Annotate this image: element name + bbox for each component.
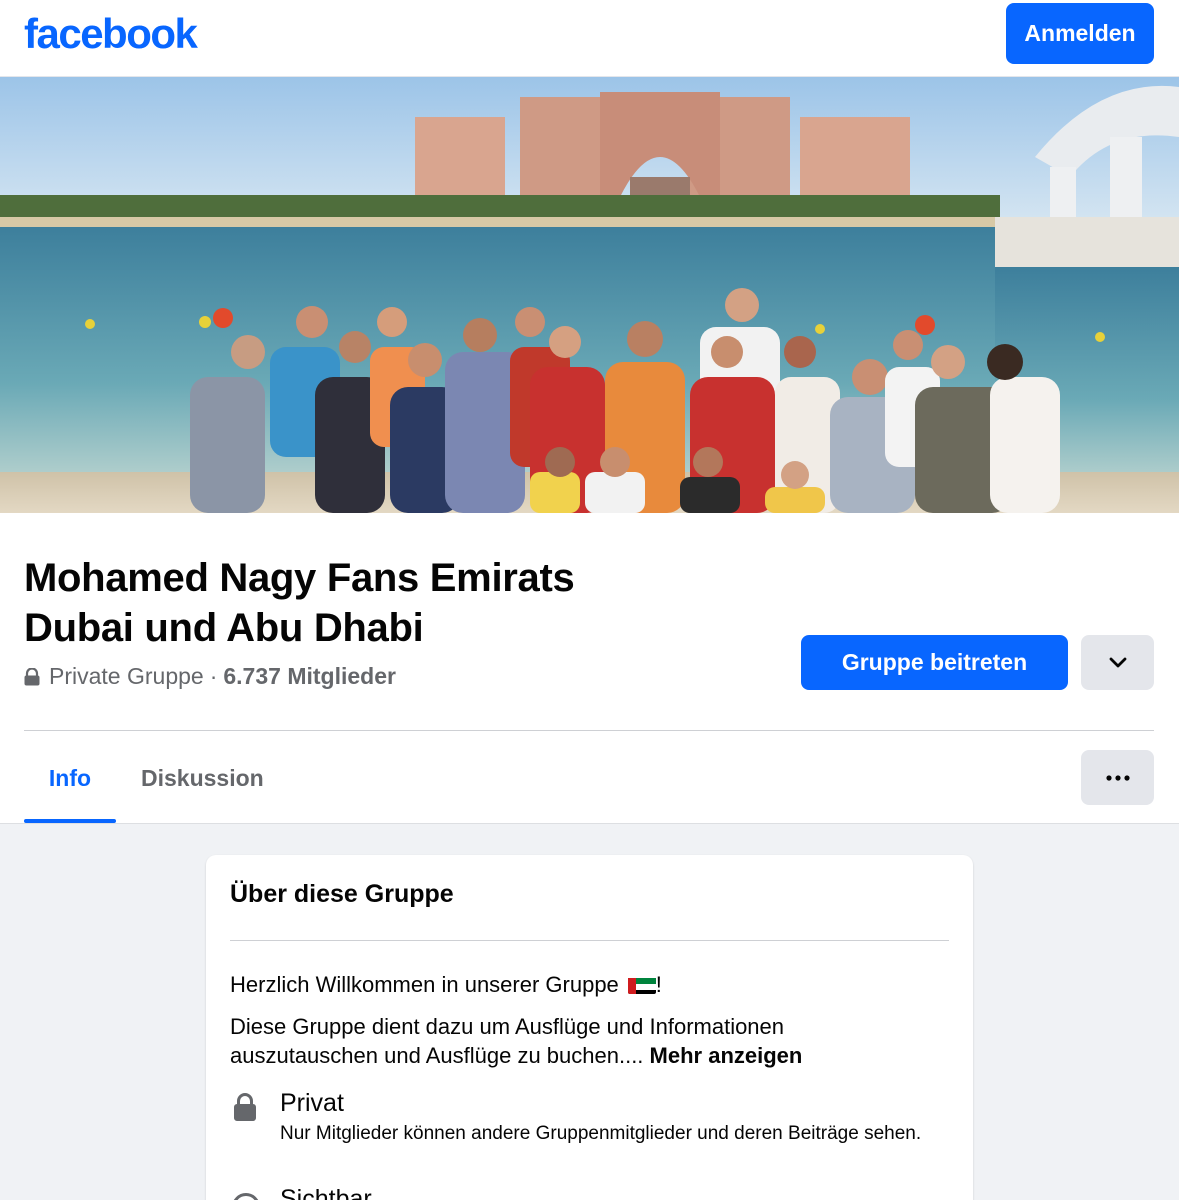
header-divider (24, 730, 1154, 731)
more-options-button[interactable] (1081, 750, 1154, 805)
about-title: Über diese Gruppe (230, 880, 454, 908)
about-group-card: Über diese Gruppe Herzlich Willkommen in… (206, 855, 973, 1200)
tab-discussion[interactable]: Diskussion (141, 751, 264, 823)
login-button[interactable]: Anmelden (1006, 3, 1154, 64)
group-description: Diese Gruppe dient dazu um Ausflüge und … (230, 1012, 930, 1070)
group-privacy: Private Gruppe (49, 663, 204, 689)
lock-icon (234, 1093, 256, 1121)
privacy-title: Privat (280, 1089, 344, 1117)
welcome-suffix: ! (655, 972, 662, 997)
group-header: Mohamed Nagy Fans Emirats Dubai und Abu … (0, 513, 1179, 824)
card-divider (230, 940, 949, 941)
chevron-down-icon (1109, 657, 1126, 667)
more-dots-icon (1105, 774, 1130, 781)
meta-separator: · (209, 663, 218, 689)
active-tab-indicator (24, 819, 116, 823)
tab-info-label: Info (48, 765, 92, 791)
group-options-dropdown-button[interactable] (1081, 635, 1154, 690)
group-meta: Private Gruppe · 6.737 Mitglieder (24, 663, 396, 690)
group-cover-photo[interactable] (0, 77, 1179, 513)
join-group-button[interactable]: Gruppe beitreten (801, 635, 1068, 690)
tab-discussion-label: Diskussion (141, 765, 264, 791)
facebook-logo[interactable]: facebook (24, 10, 198, 58)
show-more-link[interactable]: Mehr anzeigen (650, 1043, 803, 1068)
member-count[interactable]: 6.737 Mitglieder (223, 663, 396, 690)
privacy-description: Nur Mitglieder können andere Gruppenmitg… (280, 1123, 922, 1144)
visibility-title: Sichtbar (280, 1185, 372, 1200)
lock-icon (24, 667, 40, 685)
welcome-text: Herzlich Willkommen in unserer Gruppe ! (230, 972, 662, 998)
eye-icon (232, 1193, 260, 1200)
tab-info[interactable]: Info (24, 751, 116, 823)
welcome-message: Herzlich Willkommen in unserer Gruppe (230, 972, 619, 997)
top-navigation-bar: facebook Anmelden (0, 0, 1179, 77)
cover-photo-illustration (0, 77, 1179, 513)
uae-flag-icon (627, 976, 656, 994)
group-name: Mohamed Nagy Fans Emirats Dubai und Abu … (24, 556, 575, 650)
